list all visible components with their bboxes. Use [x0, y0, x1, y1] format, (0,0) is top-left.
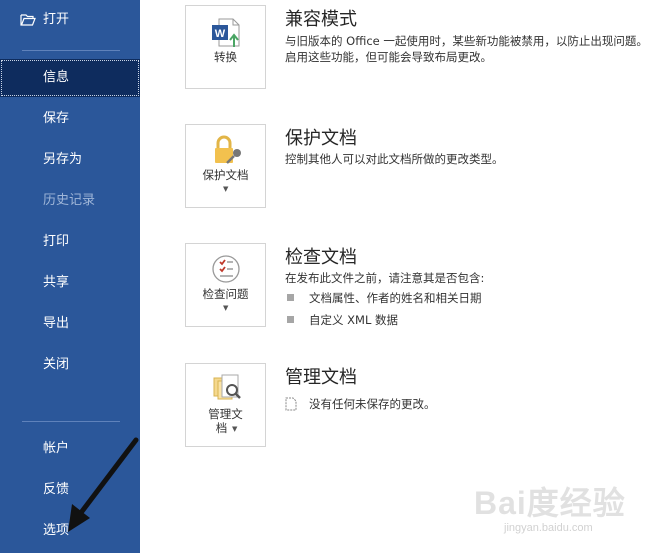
dropdown-caret-icon: ▼: [223, 304, 229, 312]
sidebar-item-feedback[interactable]: 反馈: [0, 471, 140, 509]
protect-title: 保护文档: [285, 128, 357, 149]
inspect-desc: 在发布此文件之前，请注意其是否包含:: [285, 271, 485, 285]
bullet-icon: [287, 316, 294, 323]
sidebar-item-info[interactable]: 信息: [0, 59, 140, 97]
sidebar-item-options[interactable]: 选项: [0, 512, 140, 550]
bullet-icon: [287, 294, 294, 301]
watermark-sub: jingyan.baidu.com: [504, 522, 593, 534]
protect-document-label: 保护文档: [202, 168, 249, 182]
checklist-icon: [212, 255, 240, 283]
lock-key-icon: [215, 135, 241, 164]
inspect-title: 检查文档: [285, 247, 357, 268]
baidu-watermark: Bai度经验 jingyan.baidu.com: [474, 470, 649, 550]
check-issues-label: 检查问题: [202, 287, 249, 301]
sidebar-divider: [22, 50, 120, 51]
manage-document-label-line1: 管理文: [208, 407, 243, 421]
documents-search-icon: [213, 374, 241, 400]
sidebar-item-label: 信息: [43, 70, 70, 85]
inspect-bullet-2: 自定义 XML 数据: [309, 313, 399, 327]
sidebar-item-print[interactable]: 打印: [0, 223, 140, 261]
convert-label: 转换: [214, 50, 237, 64]
svg-text:W: W: [215, 28, 226, 40]
sidebar-item-account[interactable]: 帐户: [0, 430, 140, 468]
sidebar-item-label: 导出: [43, 316, 70, 331]
sidebar-item-label: 打开: [43, 12, 70, 27]
check-issues-button[interactable]: 检查问题 ▼: [185, 243, 266, 327]
protect-document-button[interactable]: 保护文档 ▼: [185, 124, 266, 208]
sidebar-item-label: 帐户: [43, 441, 70, 456]
sidebar-item-save-as[interactable]: 另存为: [0, 141, 140, 179]
manage-desc: 没有任何未保存的更改。: [309, 397, 436, 411]
backstage-sidebar: 打开 信息 保存 另存为 历史记录 打印 共享 导出 关闭 帐户 反馈 选项: [0, 0, 140, 553]
sidebar-item-close[interactable]: 关闭: [0, 346, 140, 384]
sidebar-item-history: 历史记录: [0, 182, 140, 220]
protect-desc: 控制其他人可以对此文档所做的更改类型。: [285, 152, 504, 166]
dropdown-caret-icon: ▼: [232, 425, 238, 433]
compat-title: 兼容模式: [285, 9, 357, 30]
manage-document-label-line2: 档: [215, 421, 228, 435]
folder-open-icon: [20, 14, 36, 26]
sidebar-item-export[interactable]: 导出: [0, 305, 140, 343]
sidebar-item-label: 另存为: [43, 152, 83, 167]
compat-desc-line2: 启用这些功能，但可能会导致布局更改。: [285, 50, 492, 64]
sidebar-item-label: 反馈: [43, 482, 70, 497]
sidebar-divider: [22, 421, 120, 422]
sidebar-item-label: 共享: [43, 275, 70, 290]
sidebar-item-share[interactable]: 共享: [0, 264, 140, 302]
word-convert-icon: W: [212, 18, 240, 47]
document-icon: [285, 397, 297, 411]
dropdown-caret-icon: ▼: [223, 185, 229, 193]
sidebar-item-label: 关闭: [43, 357, 70, 372]
watermark-main: Bai度经验: [474, 485, 626, 521]
sidebar-item-open[interactable]: 打开: [0, 1, 140, 39]
inspect-bullet-1: 文档属性、作者的姓名和相关日期: [309, 291, 482, 305]
convert-button[interactable]: W 转换: [185, 5, 266, 89]
compat-desc-line1: 与旧版本的 Office 一起使用时，某些新功能被禁用，以防止出现问题。: [285, 34, 648, 48]
sidebar-item-label: 保存: [43, 111, 70, 126]
manage-document-button[interactable]: 管理文 档 ▼: [185, 363, 266, 447]
sidebar-item-label: 历史记录: [43, 193, 96, 208]
manage-title: 管理文档: [285, 367, 357, 388]
sidebar-item-save[interactable]: 保存: [0, 100, 140, 138]
sidebar-item-label: 打印: [43, 234, 70, 249]
sidebar-item-label: 选项: [43, 523, 70, 538]
